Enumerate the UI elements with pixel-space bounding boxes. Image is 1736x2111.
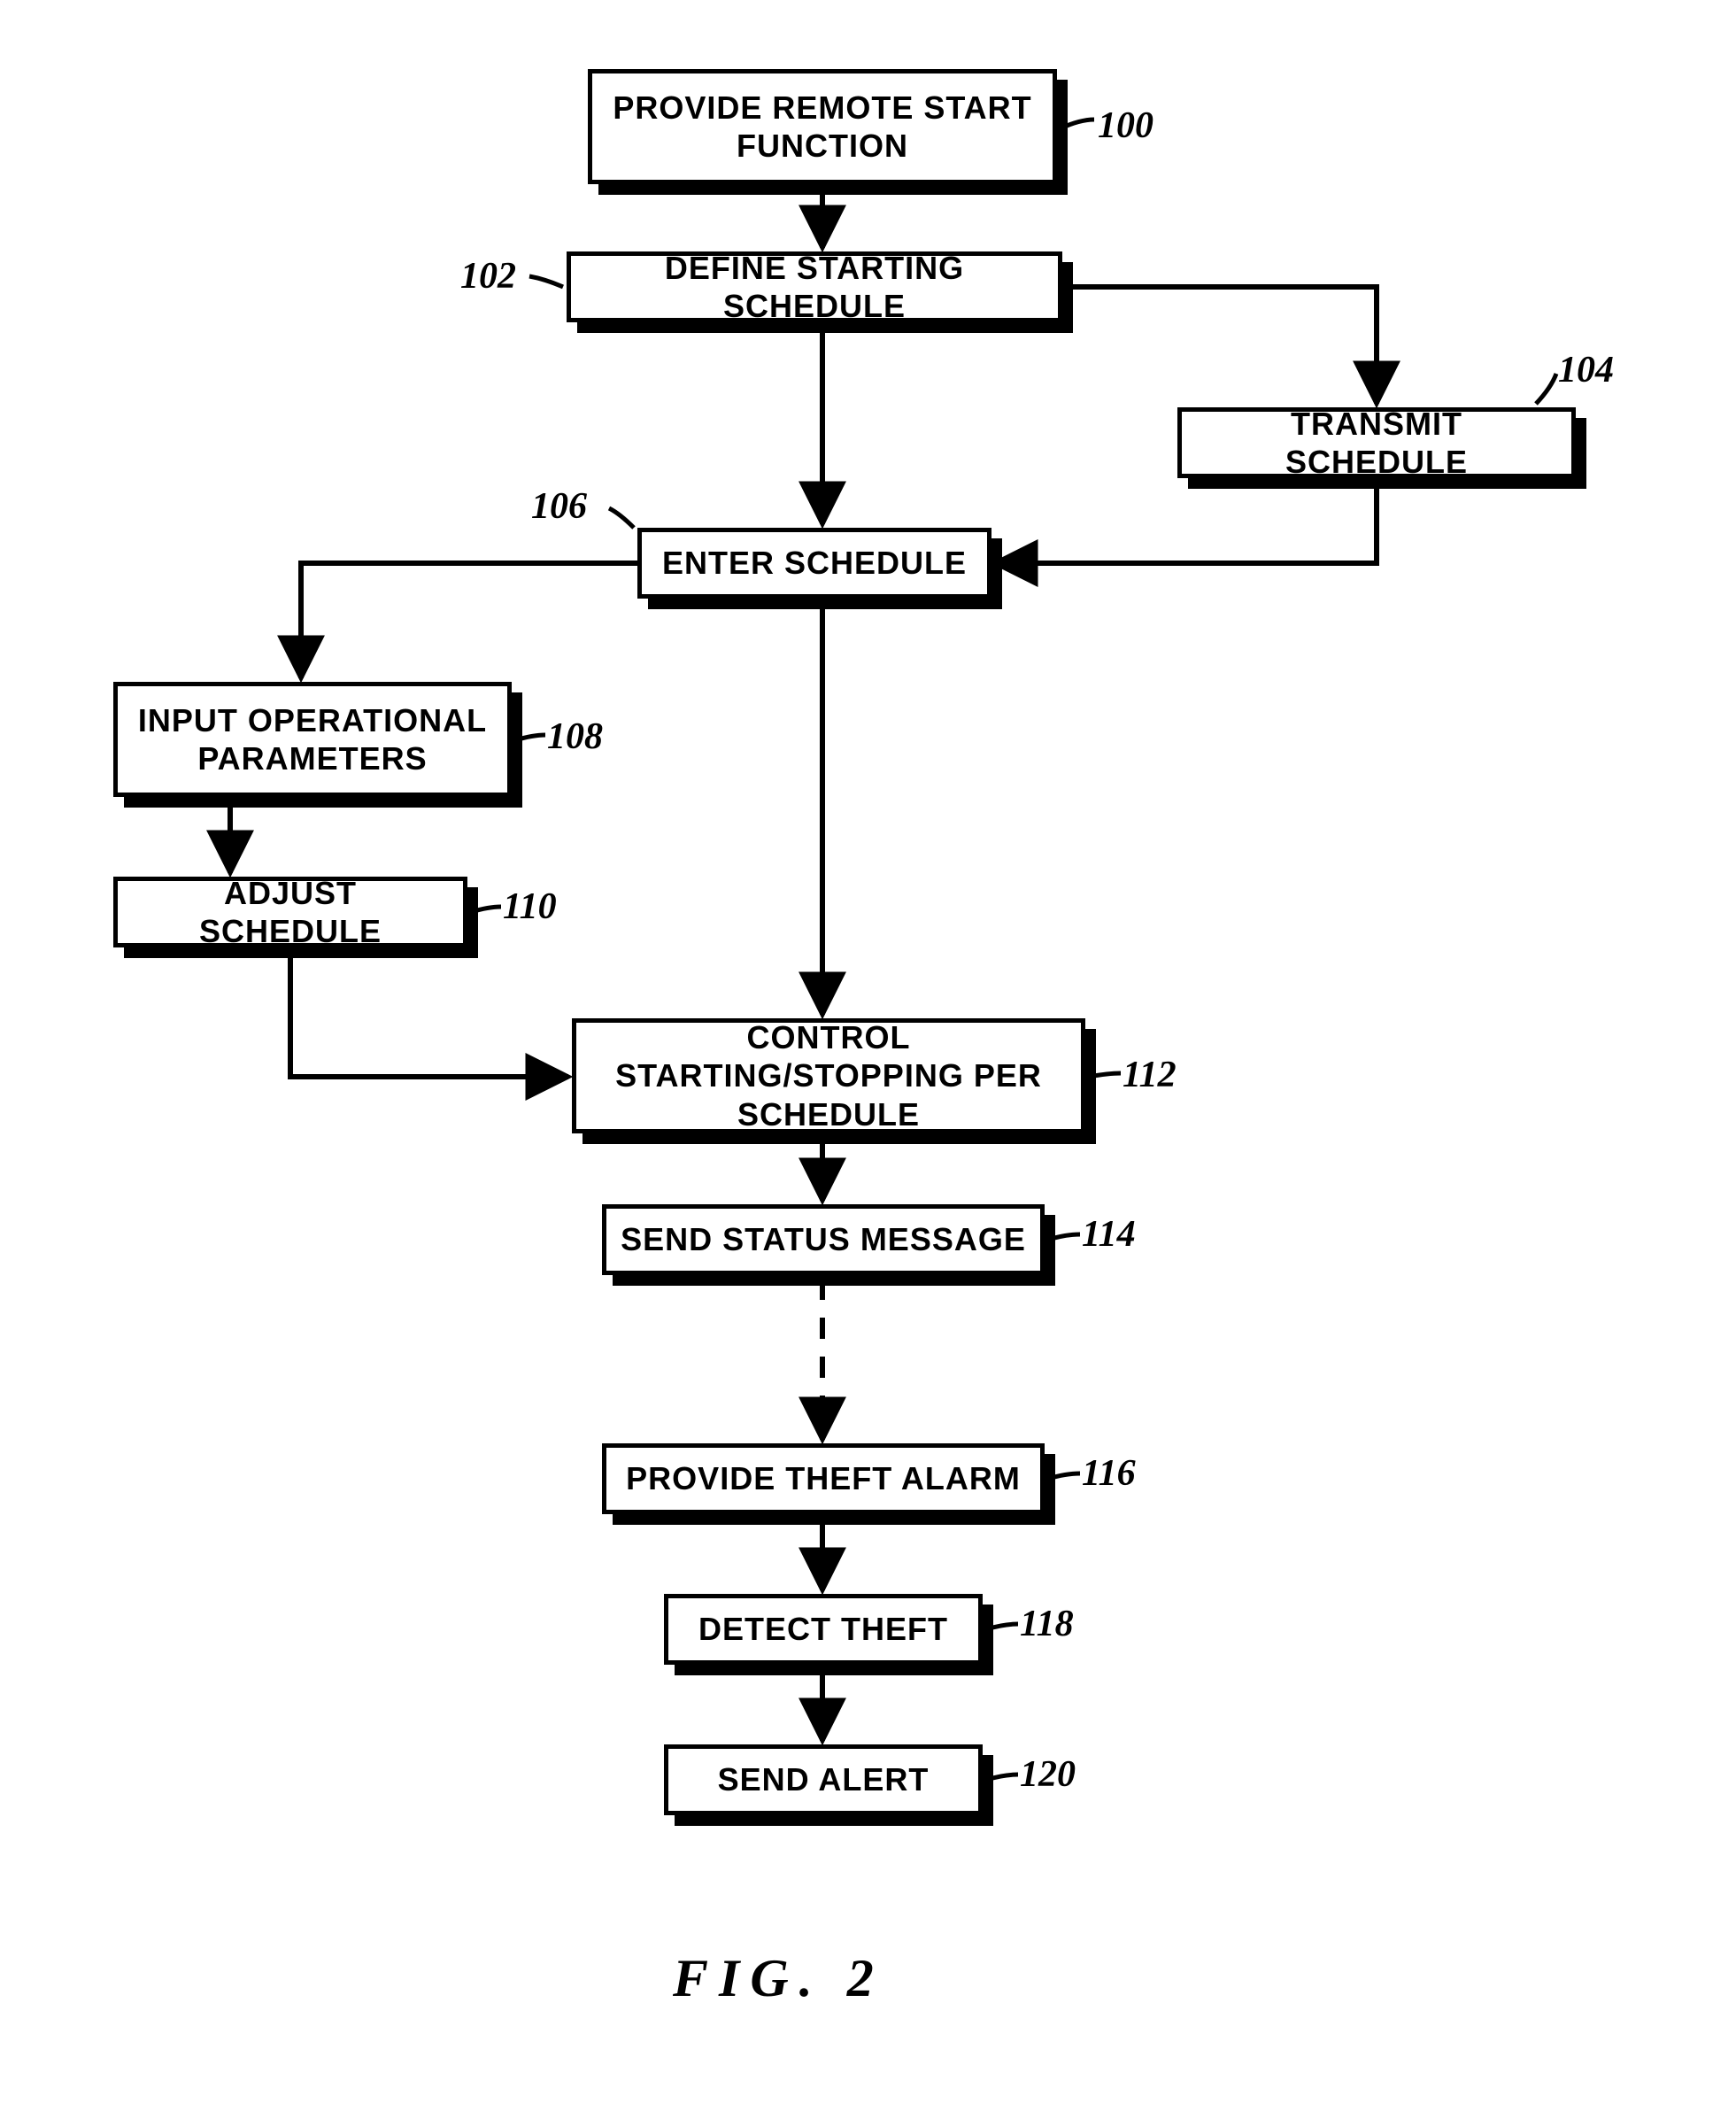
ref-118: 118 [1020,1603,1074,1645]
box-adjust-schedule: ADJUST SCHEDULE [113,877,467,947]
ref-116: 116 [1082,1452,1136,1495]
box-transmit-schedule: TRANSMIT SCHEDULE [1177,407,1576,478]
box-provide-theft-alarm: PROVIDE THEFT ALARM [602,1443,1045,1514]
box-input-operational-parameters: INPUT OPERATIONAL PARAMETERS [113,682,512,797]
ref-100: 100 [1098,104,1153,147]
box-send-status-message: SEND STATUS MESSAGE [602,1204,1045,1275]
ref-102: 102 [460,255,516,298]
box-send-alert: SEND ALERT [664,1744,983,1815]
box-control-starting-stopping: CONTROL STARTING/STOPPING PER SCHEDULE [572,1018,1085,1133]
ref-104: 104 [1558,349,1614,391]
box-detect-theft: DETECT THEFT [664,1594,983,1665]
box-define-starting-schedule: DEFINE STARTING SCHEDULE [567,251,1062,322]
ref-110: 110 [503,885,557,928]
box-provide-remote-start: PROVIDE REMOTE START FUNCTION [588,69,1057,184]
ref-114: 114 [1082,1213,1136,1256]
figure-caption: FIG. 2 [673,1948,884,2009]
ref-112: 112 [1123,1054,1177,1096]
box-enter-schedule: ENTER SCHEDULE [637,528,991,599]
ref-106: 106 [531,485,587,528]
ref-120: 120 [1020,1753,1076,1796]
ref-108: 108 [547,715,603,758]
flowchart-canvas: PROVIDE REMOTE START FUNCTION 100 DEFINE… [35,35,1700,2072]
